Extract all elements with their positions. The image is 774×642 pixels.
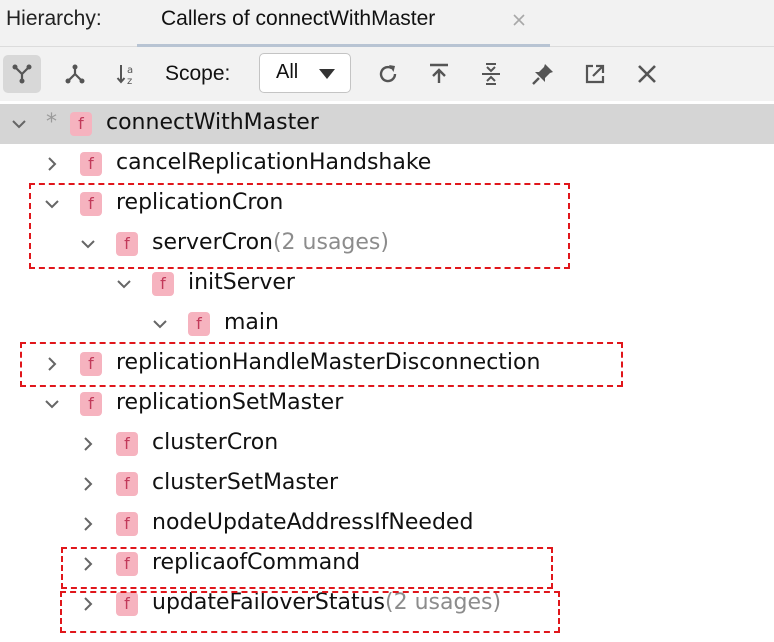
pin-button[interactable]: [524, 55, 562, 93]
function-icon: f: [152, 272, 174, 296]
function-icon: f: [116, 432, 138, 456]
callee-hierarchy-icon: [65, 64, 85, 84]
function-name[interactable]: clusterSetMaster: [152, 470, 338, 495]
function-icon: f: [70, 112, 92, 136]
tree-root-row[interactable]: * f connectWithMaster: [0, 104, 774, 144]
chevron-right-icon[interactable]: [80, 596, 96, 612]
tree-row[interactable]: f replicationHandleMasterDisconnection: [0, 344, 774, 384]
function-name[interactable]: clusterCron: [152, 430, 278, 455]
export-icon: [430, 63, 448, 83]
tree-row[interactable]: f replicationCron: [0, 184, 774, 224]
root-marker-icon: *: [46, 110, 57, 135]
callee-hierarchy-button[interactable]: [56, 55, 94, 93]
open-in-window-button[interactable]: [576, 55, 614, 93]
expand-all-button[interactable]: [472, 55, 510, 93]
chevron-right-icon[interactable]: [80, 436, 96, 452]
tree-row[interactable]: f clusterSetMaster: [0, 464, 774, 504]
open-in-window-icon: [585, 64, 605, 84]
svg-text:z: z: [127, 76, 132, 86]
scope-dropdown[interactable]: All: [259, 53, 351, 93]
function-name[interactable]: nodeUpdateAddressIfNeeded: [152, 510, 473, 535]
chevron-down-icon[interactable]: [152, 316, 168, 332]
chevron-right-icon[interactable]: [44, 356, 60, 372]
function-icon: f: [80, 352, 102, 376]
tab-bar: Hierarchy: Callers of connectWithMaster: [0, 0, 774, 47]
caller-hierarchy-icon: [12, 64, 32, 84]
function-name[interactable]: initServer: [188, 270, 295, 295]
scope-label: Scope:: [165, 62, 231, 85]
usage-count: (2 usages): [385, 590, 502, 615]
export-button[interactable]: [420, 55, 458, 93]
function-icon: f: [188, 312, 210, 336]
chevron-right-icon[interactable]: [80, 476, 96, 492]
tree-row[interactable]: f cancelReplicationHandshake: [0, 144, 774, 184]
function-name[interactable]: replicationSetMaster: [116, 390, 343, 415]
sort-alphabetically-icon: a z: [116, 65, 133, 86]
refresh-icon: [379, 65, 397, 83]
tree-row[interactable]: f main: [0, 304, 774, 344]
function-name[interactable]: cancelReplicationHandshake: [116, 150, 431, 175]
chevron-down-icon: [319, 69, 335, 79]
function-icon: f: [116, 592, 138, 616]
chevron-right-icon[interactable]: [80, 556, 96, 572]
chevron-down-icon[interactable]: [80, 236, 96, 252]
chevron-down-icon[interactable]: [116, 276, 132, 292]
function-name[interactable]: connectWithMaster: [106, 110, 319, 135]
function-icon: f: [116, 232, 138, 256]
sort-alphabetically-button[interactable]: a z: [108, 55, 146, 93]
refresh-button[interactable]: [369, 55, 407, 93]
function-icon: f: [80, 392, 102, 416]
function-icon: f: [116, 552, 138, 576]
tab-title: Callers of connectWithMaster: [161, 7, 436, 30]
chevron-down-icon[interactable]: [11, 116, 27, 132]
chevron-right-icon[interactable]: [44, 156, 60, 172]
function-name[interactable]: serverCron(2 usages): [152, 230, 389, 255]
function-icon: f: [116, 472, 138, 496]
tab-callers[interactable]: Callers of connectWithMaster: [137, 0, 550, 47]
tree-row[interactable]: f serverCron(2 usages): [0, 224, 774, 264]
function-icon: f: [80, 152, 102, 176]
function-name[interactable]: main: [224, 310, 279, 335]
hierarchy-label: Hierarchy:: [6, 7, 102, 30]
close-button[interactable]: [628, 55, 666, 93]
close-icon: [638, 65, 656, 83]
tree-row[interactable]: f initServer: [0, 264, 774, 304]
function-name[interactable]: replicaofCommand: [152, 550, 360, 575]
expand-all-icon: [482, 63, 500, 85]
svg-text:a: a: [127, 65, 133, 76]
toolbar: a z Scope: All: [0, 47, 774, 101]
function-name[interactable]: replicationCron: [116, 190, 283, 215]
function-name[interactable]: updateFailoverStatus(2 usages): [152, 590, 501, 615]
function-name[interactable]: replicationHandleMasterDisconnection: [116, 350, 540, 375]
tree-row[interactable]: f clusterCron: [0, 424, 774, 464]
function-icon: f: [116, 512, 138, 536]
caller-hierarchy-button[interactable]: [3, 55, 41, 93]
chevron-down-icon[interactable]: [44, 196, 60, 212]
chevron-right-icon[interactable]: [80, 516, 96, 532]
chevron-down-icon[interactable]: [44, 396, 60, 412]
pin-icon: [532, 64, 553, 85]
tree-row[interactable]: f nodeUpdateAddressIfNeeded: [0, 504, 774, 544]
tree-row[interactable]: f replicationSetMaster: [0, 384, 774, 424]
usage-count: (2 usages): [272, 230, 389, 255]
tree-row[interactable]: f replicaofCommand: [0, 544, 774, 584]
function-icon: f: [80, 192, 102, 216]
scope-value: All: [276, 61, 299, 83]
tree-row[interactable]: f updateFailoverStatus(2 usages): [0, 584, 774, 624]
close-tab-icon[interactable]: [509, 10, 529, 30]
